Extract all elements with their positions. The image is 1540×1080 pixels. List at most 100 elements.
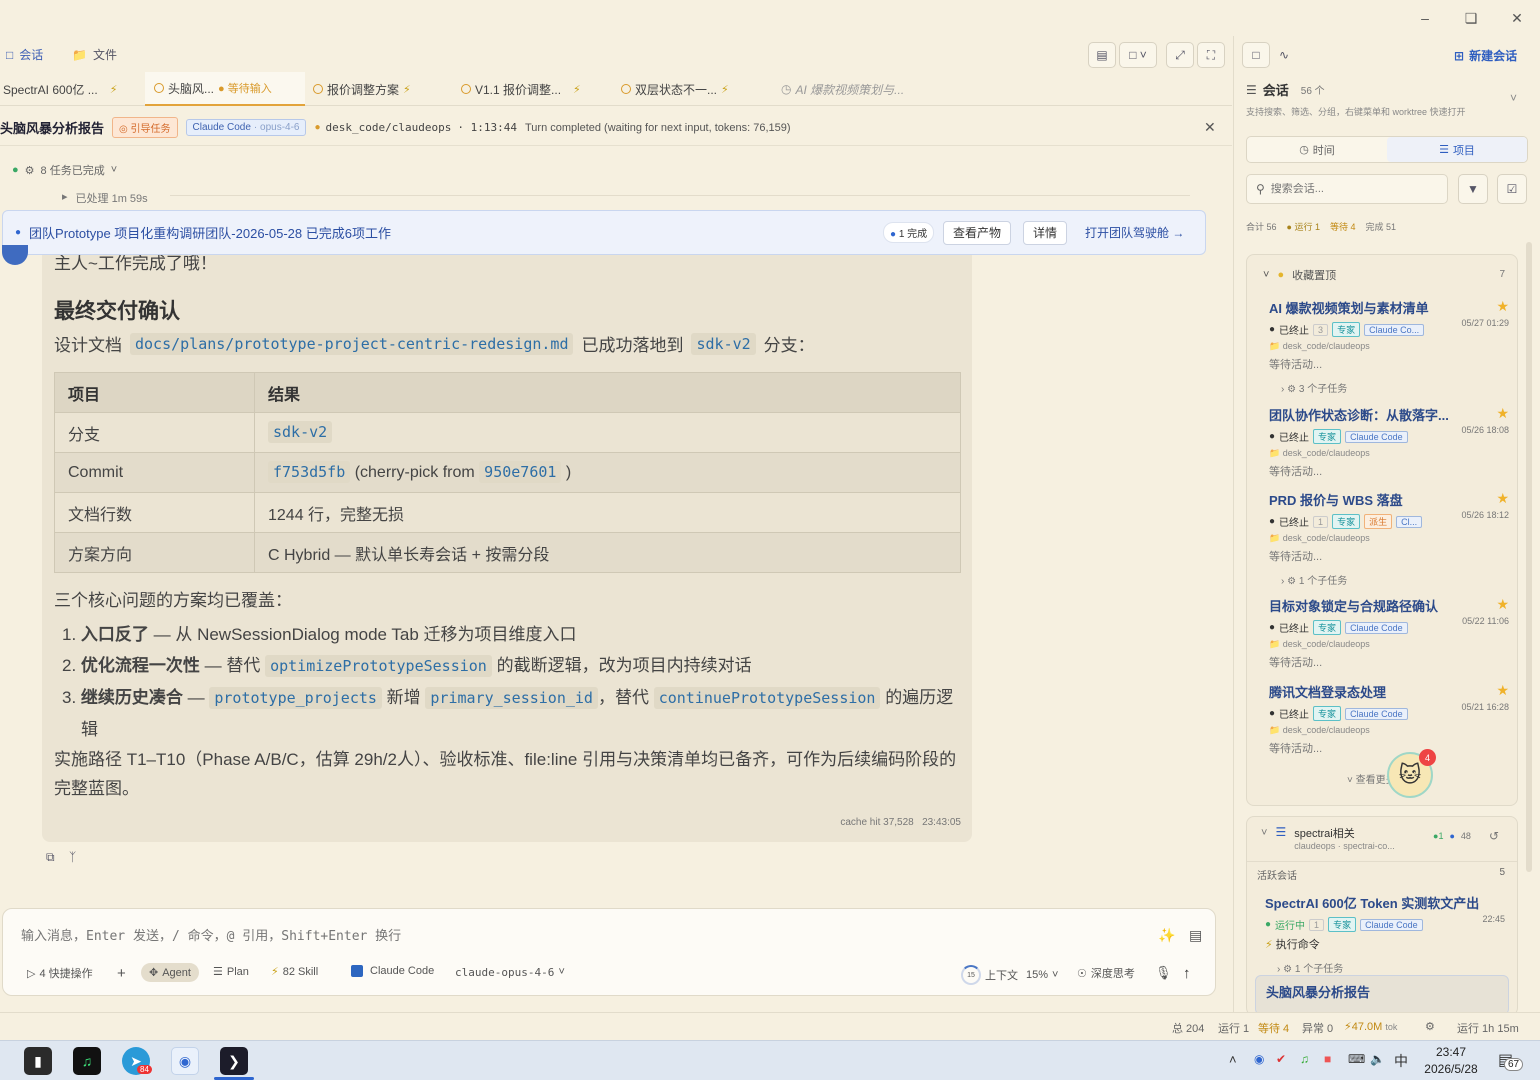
- chevron-up-icon[interactable]: ˄: [1229, 1052, 1237, 1067]
- session-tabs: SpectrAI 600亿 ... ⚡ 头脑风... ● 等待输入 报价调整方案…: [0, 72, 1232, 106]
- nav-files[interactable]: 📁 文件: [72, 46, 117, 63]
- pinned-session-item[interactable]: AI 爆款视频策划与素材清单 ★ ● 已终止 3 专家 Claude Co... 05/…: [1269, 298, 1509, 395]
- add-button[interactable]: +: [117, 965, 126, 982]
- pinned-session-item[interactable]: 目标对象锁定与合规路径确认 ★ ● 已终止 专家 Claude Code 05/22 …: [1269, 596, 1509, 670]
- expand-button[interactable]: ⤢: [1166, 42, 1194, 68]
- browser-app-icon[interactable]: ◉: [171, 1047, 199, 1075]
- tool-badge: Claude Code · opus-4-6: [185, 119, 307, 136]
- yellow-dot-icon: ●: [1277, 269, 1285, 281]
- tray-icon[interactable]: ♫: [1300, 1052, 1309, 1066]
- chat-panel-button[interactable]: □: [1242, 42, 1270, 68]
- tray-icon[interactable]: ✔: [1276, 1052, 1286, 1066]
- clock[interactable]: 23:47 2026/5/28: [1416, 1044, 1486, 1078]
- task-progress[interactable]: ● ⚙ 8 任务已完成 ˅: [12, 162, 117, 178]
- clock-icon: ◷: [781, 82, 792, 96]
- agent-mode-button[interactable]: ✥ Agent: [141, 963, 199, 982]
- spectrai-app-icon[interactable]: ♫: [73, 1047, 101, 1075]
- think-icon: ☉: [1077, 967, 1087, 980]
- plus-square-icon: ⊞: [1454, 48, 1465, 63]
- search-icon: ⚲: [1256, 182, 1265, 196]
- star-icon[interactable]: ★: [1496, 298, 1509, 315]
- chevron-down-icon: ˅: [1263, 269, 1270, 281]
- layout-dropdown-button[interactable]: □ ˅: [1119, 42, 1157, 68]
- tab-dual-state[interactable]: 双层状态不一... ⚡: [621, 72, 771, 106]
- tray-icon[interactable]: ◉: [1254, 1052, 1264, 1066]
- avatar: [2, 245, 28, 265]
- restore-button[interactable]: ❏: [1459, 8, 1483, 28]
- volume-icon[interactable]: 🔈: [1370, 1052, 1385, 1066]
- closing-text: 实施路径 T1–T10（Phase A/B/C，估算 29h/2人）、验收标准、…: [54, 750, 957, 798]
- active-session-item-selected[interactable]: 头脑风暴分析报告: [1255, 975, 1509, 1012]
- session-sidebar: □ ∿ ⊞ 新建会话 ☰ 会话 56 个 支持搜索、筛选、分组，右键菜单和 wor…: [1233, 36, 1540, 1012]
- pinned-session-item[interactable]: PRD 报价与 WBS 落盘 ★ ● 已终止 1 专家 派生 Cl... 05/26 18…: [1269, 490, 1509, 587]
- plan-mode-button[interactable]: ☰ Plan: [213, 965, 249, 979]
- tool-select[interactable]: Claude Code: [351, 965, 434, 977]
- view-output-button[interactable]: 查看产物: [943, 220, 1012, 245]
- filter-button[interactable]: ▼: [1458, 174, 1488, 204]
- waiting-icon: [461, 84, 471, 94]
- toggle-project[interactable]: ☰ 项目: [1387, 137, 1527, 162]
- context-usage[interactable]: 15 上下文 15% ˅: [961, 965, 1058, 985]
- sparkle-icon[interactable]: ✨: [1158, 927, 1175, 944]
- skills-button[interactable]: ⚡ 82 Skill: [271, 965, 318, 979]
- close-session-header-icon[interactable]: ✕: [1204, 119, 1216, 136]
- list-item: 3. 继续历史凑合 — prototype_projects 新增 primar…: [62, 687, 954, 739]
- translate-icon[interactable]: ▤: [1189, 927, 1202, 944]
- context-ring-icon: 15: [961, 965, 981, 985]
- deep-think-toggle[interactable]: ☉ 深度思考: [1077, 965, 1135, 981]
- processed-time[interactable]: ▸ 已处理 1m 59s: [62, 190, 148, 206]
- star-icon[interactable]: ★: [1496, 405, 1509, 422]
- message-input[interactable]: [21, 925, 1141, 947]
- branch-icon[interactable]: ᛉ: [69, 850, 76, 864]
- bolt-icon: ⚡: [109, 83, 118, 96]
- ime-indicator[interactable]: 中: [1394, 1051, 1408, 1071]
- telegram-badge: 84: [137, 1065, 152, 1074]
- nav-sessions[interactable]: □ 会话: [6, 46, 43, 63]
- collapse-icon[interactable]: ˅: [1510, 91, 1517, 105]
- search-input[interactable]: [1270, 183, 1431, 195]
- send-button[interactable]: ↑: [1183, 965, 1191, 982]
- project-group-header[interactable]: ˅ ☰ spectrai相关 claudeops · spectrai-co..…: [1261, 825, 1395, 851]
- tab-quote-adjust[interactable]: 报价调整方案 ⚡: [313, 72, 453, 106]
- editor-app-icon[interactable]: ❯: [220, 1047, 248, 1075]
- intro-line: 设计文档 docs/plans/prototype-project-centri…: [54, 332, 815, 355]
- select-button[interactable]: ☑: [1497, 174, 1527, 204]
- tab-spectrai[interactable]: SpectrAI 600亿 ... ⚡: [0, 72, 142, 106]
- model-select[interactable]: claude-opus-4-6 ˅: [455, 965, 565, 979]
- bug-icon[interactable]: ⚙: [1425, 1020, 1435, 1033]
- tab-brainstorm[interactable]: 头脑风... ● 等待输入: [145, 72, 305, 106]
- details-button[interactable]: 详情: [1023, 220, 1068, 245]
- terminal-app-icon[interactable]: ▮: [24, 1047, 52, 1075]
- tab-ai-video[interactable]: ◷ AI 爆款视频策划与...: [781, 72, 941, 106]
- close-window-button[interactable]: ✕: [1505, 8, 1529, 28]
- minimize-button[interactable]: –: [1413, 8, 1437, 28]
- quick-ops-button[interactable]: ▷ 4 快捷操作: [27, 965, 93, 981]
- tray-icon[interactable]: ■: [1324, 1052, 1331, 1066]
- fullscreen-button[interactable]: ⛶: [1197, 42, 1225, 68]
- pinned-session-item[interactable]: 腾讯文档登录态处理 ★ ● 已终止 专家 Claude Code 05/21 16:2…: [1269, 682, 1509, 756]
- sidebar-scrollbar[interactable]: [1526, 242, 1532, 872]
- active-session-item[interactable]: SpectrAI 600亿 Token 实测软文产出 ● 运行中 1 专家 Claude…: [1265, 893, 1505, 975]
- toggle-time[interactable]: ◷ 时间: [1247, 137, 1387, 162]
- terminal-toggle-button[interactable]: ▤: [1088, 42, 1116, 68]
- tab-v11-quote[interactable]: V1.1 报价调整... ⚡: [461, 72, 611, 106]
- mic-button[interactable]: 🎙: [1155, 965, 1172, 981]
- pinned-session-item[interactable]: 团队协作状态诊断：从散落字... ★ ● 已终止 专家 Claude Code 05/…: [1269, 405, 1509, 479]
- chevron-down-icon: ˅: [1052, 969, 1059, 981]
- divider: [170, 195, 1190, 196]
- new-session-button[interactable]: ⊞ 新建会话: [1454, 47, 1517, 64]
- list-item: 1. 入口反了 — 从 NewSessionDialog mode Tab 迁移…: [62, 625, 577, 644]
- star-icon[interactable]: ★: [1496, 490, 1509, 507]
- star-icon[interactable]: ★: [1496, 596, 1509, 613]
- star-icon[interactable]: ★: [1496, 682, 1509, 699]
- title-bar: – ❏ ✕: [0, 0, 1540, 36]
- activity-button[interactable]: ∿: [1270, 42, 1298, 68]
- session-totals: 合计 56 ● 运行 1 等待 4 完成 51: [1246, 222, 1396, 232]
- copy-icon[interactable]: ⧉: [46, 850, 55, 865]
- history-icon[interactable]: ↺: [1489, 829, 1499, 843]
- pinned-header[interactable]: ˅ ● 收藏置顶: [1263, 267, 1336, 283]
- table-row: Commit f753d5fb (cherry-pick from 950e76…: [54, 452, 961, 493]
- bolt-icon: ⚡: [403, 83, 411, 96]
- open-cockpit-link[interactable]: 打开团队驾驶舱 →: [1085, 224, 1184, 241]
- tray-icon[interactable]: ⌨: [1348, 1052, 1365, 1066]
